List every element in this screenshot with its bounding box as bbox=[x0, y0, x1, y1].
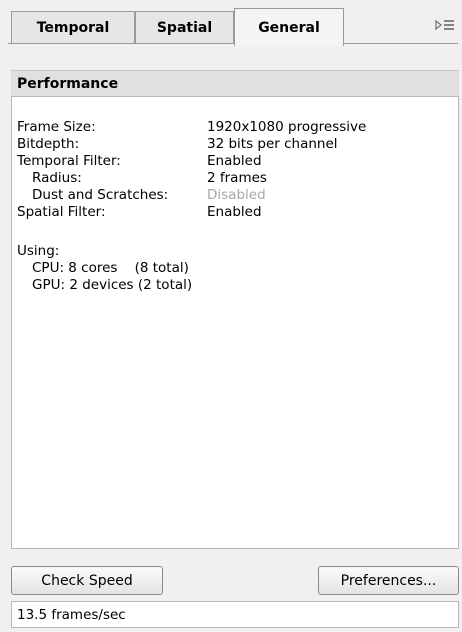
cpu-info: CPU: 8 cores (8 total) bbox=[32, 260, 189, 276]
info-value: Enabled bbox=[207, 204, 262, 220]
info-label: Temporal Filter: bbox=[17, 153, 121, 169]
info-value: 2 frames bbox=[207, 170, 267, 186]
status-bar: 13.5 frames/sec bbox=[11, 601, 459, 628]
info-value-disabled: Disabled bbox=[207, 187, 266, 203]
tab-divider bbox=[8, 43, 458, 44]
tab-temporal[interactable]: Temporal bbox=[11, 11, 135, 43]
tab-general[interactable]: General bbox=[234, 8, 344, 46]
panel-menu-icon[interactable] bbox=[434, 16, 456, 34]
info-label: Dust and Scratches: bbox=[32, 187, 169, 203]
using-block: Using: CPU: 8 cores (8 total) GPU: 2 dev… bbox=[17, 243, 192, 293]
info-label: Spatial Filter: bbox=[17, 204, 106, 220]
preferences-button[interactable]: Preferences... bbox=[318, 566, 459, 595]
section-header-performance: Performance bbox=[11, 70, 459, 97]
info-value: 32 bits per channel bbox=[207, 136, 338, 152]
tab-bar: Temporal Spatial General bbox=[0, 0, 462, 48]
tab-spatial[interactable]: Spatial bbox=[135, 11, 234, 43]
info-value: Enabled bbox=[207, 153, 262, 169]
gpu-info: GPU: 2 devices (2 total) bbox=[32, 277, 193, 293]
info-label: Frame Size: bbox=[17, 119, 96, 135]
info-label: Bitdepth: bbox=[17, 136, 80, 152]
performance-info-box: Frame Size: 1920x1080 progressive Bitdep… bbox=[11, 97, 459, 549]
frame-rate-readout: 13.5 frames/sec bbox=[17, 606, 126, 623]
section-title: Performance bbox=[17, 75, 119, 92]
info-value: 1920x1080 progressive bbox=[207, 119, 367, 135]
check-speed-button[interactable]: Check Speed bbox=[11, 566, 163, 595]
info-label: Radius: bbox=[32, 170, 82, 186]
using-label: Using: bbox=[17, 243, 60, 259]
